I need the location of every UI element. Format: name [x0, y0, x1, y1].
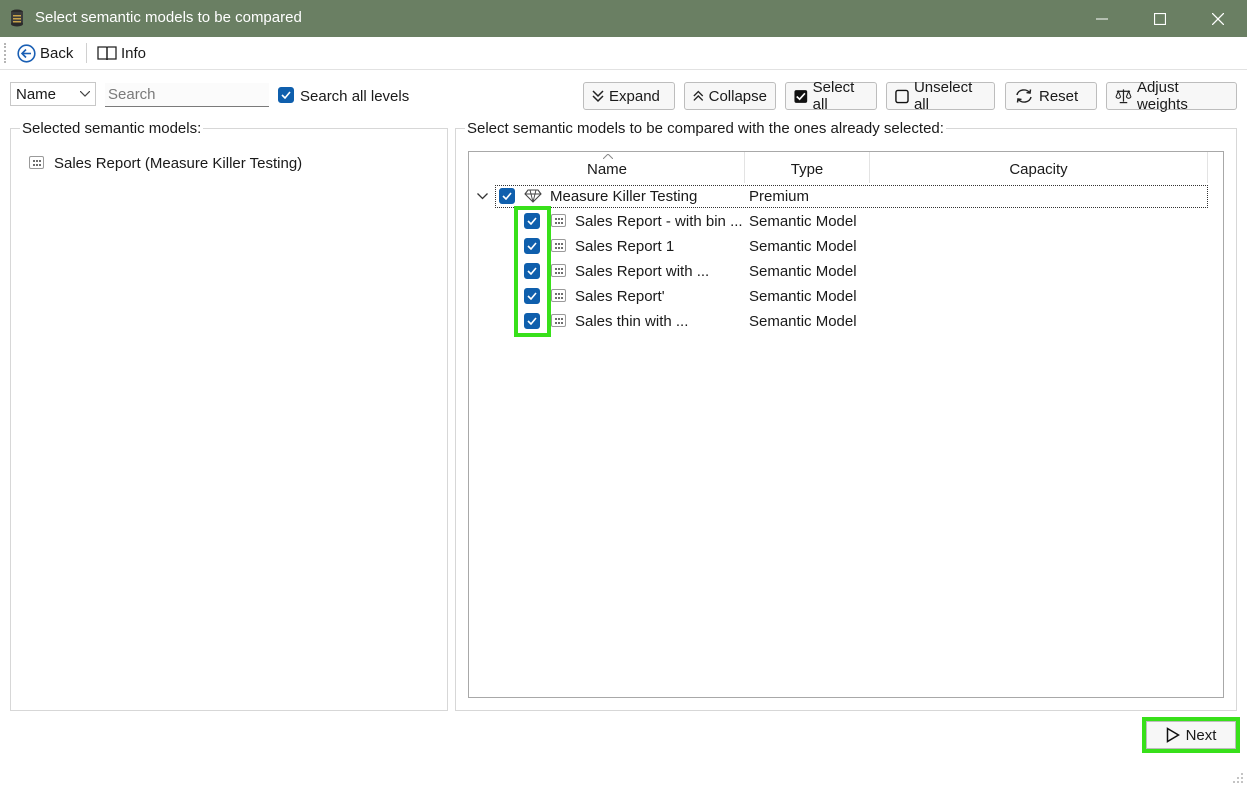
expand-label: Expand — [609, 87, 660, 105]
models-tree[interactable] — [468, 151, 1224, 698]
book-icon — [97, 46, 117, 61]
title-bar: Select semantic models to be compared — [0, 0, 1247, 37]
toolbar-grip — [4, 43, 8, 63]
info-button[interactable]: Info — [97, 43, 146, 63]
checkbox-highlight — [514, 206, 551, 337]
model-name: Sales thin with ... — [575, 313, 689, 330]
semantic-model-icon — [29, 156, 44, 169]
collapse-chevrons-icon — [693, 90, 704, 101]
select-all-button[interactable]: Select all — [785, 79, 877, 113]
resize-grip-icon[interactable] — [1232, 772, 1244, 784]
unselect-all-button[interactable]: Unselect all — [886, 79, 995, 113]
adjust-weights-label: Adjust weights — [1136, 79, 1188, 113]
select-all-label: Select all — [812, 79, 855, 113]
selected-models-title: Selected semantic models: — [20, 120, 204, 137]
window-title: Select semantic models to be compared — [35, 9, 302, 26]
semantic-model-icon — [551, 314, 566, 327]
semantic-model-icon — [551, 214, 566, 227]
column-header-type[interactable]: Type — [745, 152, 870, 183]
workspace-checkbox[interactable] — [499, 188, 515, 204]
next-button-highlight — [1142, 717, 1240, 753]
semantic-model-icon — [551, 239, 566, 252]
workspace-name: Measure Killer Testing — [550, 188, 698, 205]
column-header-name[interactable]: Name — [470, 152, 745, 183]
diamond-icon — [524, 189, 542, 203]
collapse-label: Collapse — [708, 87, 767, 105]
search-all-levels-checkbox[interactable] — [278, 87, 294, 103]
model-type: Semantic Model — [749, 263, 857, 280]
back-label: Back — [40, 44, 74, 62]
adjust-weights-button[interactable]: Adjust weights — [1106, 79, 1237, 113]
chevron-down-icon — [80, 91, 90, 97]
checkmark-icon — [502, 192, 512, 200]
scale-balance-icon — [1115, 89, 1132, 104]
expand-button[interactable]: Expand — [583, 82, 675, 110]
field-select-value: Name — [16, 86, 57, 103]
reset-button[interactable]: Reset — [1005, 82, 1097, 110]
selected-model-item[interactable]: Sales Report (Measure Killer Testing) — [54, 155, 302, 172]
minimize-button[interactable] — [1073, 0, 1131, 37]
collapse-button[interactable]: Collapse — [684, 82, 776, 110]
search-all-levels-label: Search all levels — [300, 88, 410, 105]
model-name: Sales Report' — [575, 288, 665, 305]
field-select[interactable]: Name — [10, 82, 96, 106]
app-icon — [11, 9, 23, 27]
column-header-capacity[interactable]: Capacity — [870, 152, 1208, 183]
refresh-icon — [1016, 89, 1032, 103]
expand-chevrons-icon — [592, 90, 604, 103]
empty-box-icon — [895, 89, 909, 103]
semantic-model-icon — [551, 289, 566, 302]
unselect-all-label: Unselect all — [913, 79, 973, 113]
compare-models-title: Select semantic models to be compared wi… — [465, 120, 946, 137]
close-button[interactable] — [1189, 0, 1247, 37]
menu-separator — [86, 43, 87, 63]
semantic-model-icon — [551, 264, 566, 277]
menu-bar: Back Info — [0, 37, 1247, 70]
search-input[interactable] — [105, 83, 269, 107]
minimize-icon — [1096, 18, 1108, 19]
checked-box-icon — [794, 89, 808, 103]
model-name: Sales Report with ... — [575, 263, 710, 280]
sort-ascending-icon — [603, 154, 613, 159]
model-name: Sales Report - with bin ... — [575, 213, 743, 230]
close-icon — [1212, 12, 1224, 25]
model-type: Semantic Model — [749, 238, 857, 255]
maximize-button[interactable] — [1131, 0, 1189, 37]
workspace-type: Premium — [749, 188, 810, 205]
back-button[interactable]: Back — [17, 43, 73, 63]
column-header-type-label: Type — [790, 161, 824, 178]
model-name: Sales Report 1 — [575, 238, 675, 255]
model-type: Semantic Model — [749, 313, 857, 330]
column-header-name-label: Name — [586, 161, 627, 178]
model-type: Semantic Model — [749, 288, 857, 305]
maximize-icon — [1154, 12, 1166, 25]
column-header-capacity-label: Capacity — [1009, 161, 1068, 178]
info-label: Info — [121, 44, 147, 62]
chevron-down-icon[interactable] — [477, 193, 488, 200]
reset-label: Reset — [1039, 87, 1079, 105]
model-type: Semantic Model — [749, 213, 857, 230]
checkmark-icon — [281, 91, 291, 99]
back-arrow-icon — [17, 43, 36, 63]
selected-models-panel — [10, 128, 448, 711]
